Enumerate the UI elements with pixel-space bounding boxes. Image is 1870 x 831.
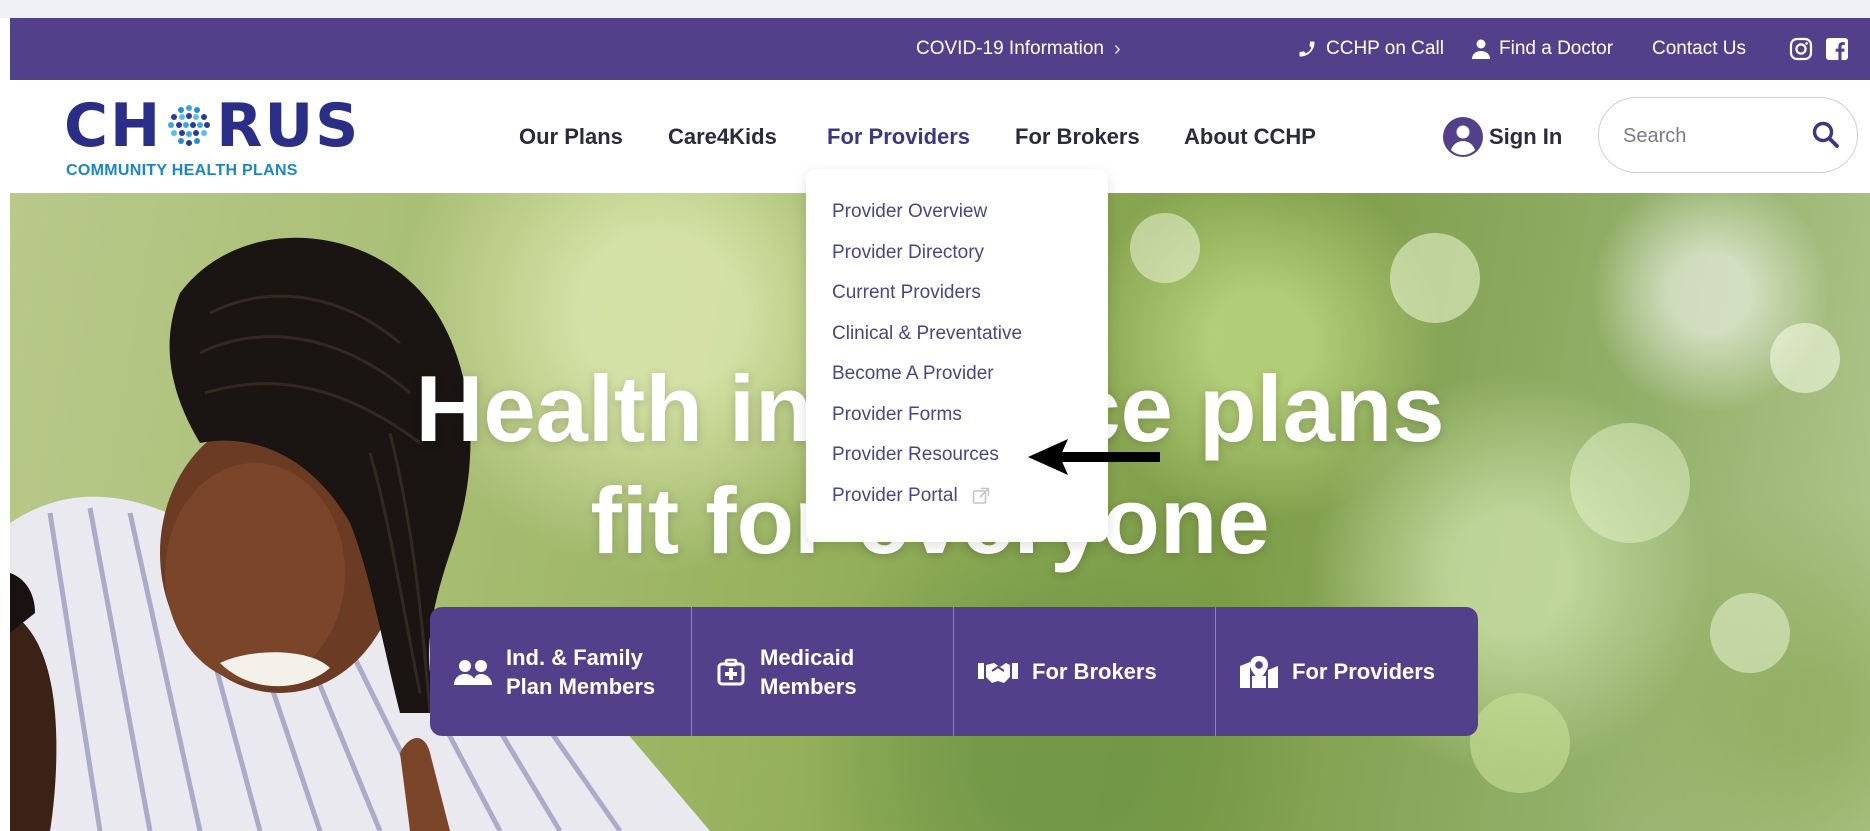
search-box xyxy=(1598,97,1858,173)
handshake-icon xyxy=(978,662,1018,683)
menu-item-become-provider[interactable]: Become A Provider xyxy=(806,354,1108,395)
quick-link-label: Members xyxy=(760,673,857,699)
quick-link-label: Ind. & Family xyxy=(506,644,643,670)
phone-icon xyxy=(1299,41,1315,57)
quick-link-providers[interactable]: For Providers xyxy=(1216,607,1478,736)
utility-bar: COVID-19 Information › CCHP on Call Find… xyxy=(10,18,1870,80)
menu-item-provider-forms[interactable]: Provider Forms xyxy=(806,395,1108,436)
find-doctor-link[interactable]: Find a Doctor xyxy=(1472,18,1613,80)
quick-link-label: Plan Members xyxy=(506,673,656,699)
covid-info-link[interactable]: COVID-19 Information › xyxy=(916,18,1121,80)
covid-info-label: COVID-19 Information xyxy=(916,38,1104,59)
contact-us-link[interactable]: Contact Us xyxy=(1652,18,1746,80)
facebook-link[interactable] xyxy=(1825,18,1858,80)
quick-links-bar: Ind. & Family Plan Members Medicaid Memb… xyxy=(430,607,1478,736)
contact-us-label: Contact Us xyxy=(1652,38,1746,59)
quick-link-ind-family[interactable]: Ind. & Family Plan Members xyxy=(430,607,692,736)
person-icon xyxy=(1472,39,1490,59)
providers-dropdown-menu: Provider Overview Provider Directory Cur… xyxy=(806,169,1108,542)
cchp-on-call-link[interactable]: CCHP on Call xyxy=(1297,18,1444,80)
logo-subtitle: COMMUNITY HEALTH PLANS xyxy=(66,162,298,179)
bokeh-light xyxy=(1130,213,1200,283)
chorus-logo[interactable]: CH RUS COMMUNITY HEALTH PLANS xyxy=(64,94,358,182)
bokeh-light xyxy=(1470,693,1570,793)
nav-care4kids[interactable]: Care4Kids xyxy=(668,80,777,193)
logo-word-left: CH xyxy=(64,91,163,161)
nav-our-plans[interactable]: Our Plans xyxy=(519,80,623,193)
map-marker-icon xyxy=(1240,655,1278,688)
menu-item-current-providers[interactable]: Current Providers xyxy=(806,273,1108,314)
bokeh-light xyxy=(1570,423,1690,543)
menu-item-provider-overview[interactable]: Provider Overview xyxy=(806,192,1108,233)
globe-people-icon xyxy=(168,105,211,146)
search-icon[interactable] xyxy=(1811,120,1841,150)
quick-link-label: For Providers xyxy=(1292,659,1436,684)
quick-link-label: Medicaid xyxy=(760,644,855,670)
sign-in-label: Sign In xyxy=(1489,123,1563,149)
user-circle-icon xyxy=(1443,116,1483,157)
search-input[interactable] xyxy=(1623,118,1793,154)
menu-item-provider-directory[interactable]: Provider Directory xyxy=(806,233,1108,274)
menu-item-clinical-preventative[interactable]: Clinical & Preventative xyxy=(806,314,1108,355)
logo-wordmark: CH RUS xyxy=(64,94,360,158)
instagram-icon xyxy=(1789,37,1813,61)
logo-word-right: RUS xyxy=(216,91,361,161)
users-icon xyxy=(454,659,492,685)
find-doctor-label: Find a Doctor xyxy=(1499,38,1614,59)
quick-link-brokers[interactable]: For Brokers xyxy=(954,607,1216,736)
facebook-icon xyxy=(1826,38,1848,60)
external-link-icon xyxy=(972,487,989,504)
chevron-right-icon: › xyxy=(1113,37,1121,60)
menu-item-label: Provider Portal xyxy=(832,484,958,506)
bokeh-light xyxy=(1770,323,1840,393)
bokeh-light xyxy=(1390,233,1480,323)
medical-kit-icon xyxy=(717,658,745,685)
menu-item-provider-portal[interactable]: Provider Portal xyxy=(806,476,1108,517)
bokeh-light xyxy=(1710,593,1790,673)
instagram-link[interactable] xyxy=(1789,18,1822,80)
quick-link-medicaid[interactable]: Medicaid Members xyxy=(692,607,954,736)
cchp-on-call-label: CCHP on Call xyxy=(1326,38,1444,59)
quick-link-label: For Brokers xyxy=(1032,659,1157,684)
browser-top-strip xyxy=(0,0,1870,18)
annotation-arrow-icon xyxy=(1028,439,1160,475)
nav-about-cchp[interactable]: About CCHP xyxy=(1184,80,1316,193)
sign-in-button[interactable]: Sign In xyxy=(1443,80,1562,193)
